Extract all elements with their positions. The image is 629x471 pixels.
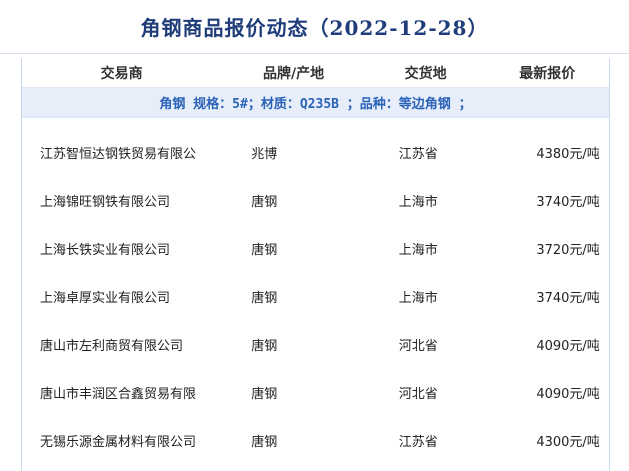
- trader-cell[interactable]: 唐山市丰润区合鑫贸易有限: [22, 383, 211, 402]
- price-cell: 4380元/吨: [536, 146, 600, 162]
- delivery-cell: 上海市: [398, 290, 438, 306]
- title-bar: 角钢商品报价动态（2022-12-28）: [0, 0, 629, 54]
- header-delivery: 交货地: [404, 65, 447, 82]
- table-row[interactable]: 无锡乐源金属材料有限公司 唐钢 江苏省 4300元/吨: [22, 416, 609, 464]
- delivery-cell: 河北省: [398, 338, 438, 354]
- trader-cell[interactable]: 上海长铁实业有限公司: [22, 239, 211, 258]
- table-body: 江苏智恒达钢铁贸易有限公 兆博 江苏省 4380元/吨 上海锦旺钢铁有限公司 唐…: [22, 118, 609, 464]
- brand-cell: 唐钢: [251, 242, 278, 258]
- header-price: 最新报价: [519, 65, 576, 82]
- table-row[interactable]: 唐山市左利商贸有限公司 唐钢 河北省 4090元/吨: [22, 320, 609, 368]
- table-header: 交易商 品牌/产地 交货地 最新报价: [22, 58, 609, 88]
- table-row[interactable]: 上海长铁实业有限公司 唐钢 上海市 3720元/吨: [22, 224, 609, 272]
- price-cell: 4090元/吨: [536, 386, 600, 402]
- delivery-cell: 上海市: [398, 242, 438, 258]
- brand-cell: 唐钢: [251, 194, 278, 210]
- price-cell: 4300元/吨: [536, 434, 600, 450]
- brand-cell: 兆博: [251, 146, 278, 162]
- brand-cell: 唐钢: [251, 290, 278, 306]
- quote-table: 交易商 品牌/产地 交货地 最新报价 角钢 规格：5#；材质：Q235B ；品种…: [21, 58, 610, 471]
- brand-cell: 唐钢: [251, 386, 278, 402]
- header-trader: 交易商: [100, 65, 143, 82]
- brand-cell: 唐钢: [251, 338, 278, 354]
- brand-cell: 唐钢: [251, 434, 278, 450]
- delivery-cell: 河北省: [398, 386, 438, 402]
- header-brand: 品牌/产地: [263, 65, 325, 82]
- table-row[interactable]: 江苏智恒达钢铁贸易有限公 兆博 江苏省 4380元/吨: [22, 128, 609, 176]
- price-cell: 3720元/吨: [536, 242, 600, 258]
- price-cell: 3740元/吨: [536, 194, 600, 210]
- trader-cell[interactable]: 无锡乐源金属材料有限公司: [22, 431, 211, 450]
- delivery-cell: 江苏省: [398, 434, 438, 450]
- trader-cell[interactable]: 上海锦旺钢铁有限公司: [22, 191, 211, 210]
- trader-cell[interactable]: 唐山市左利商贸有限公司: [22, 335, 211, 354]
- delivery-cell: 上海市: [398, 194, 438, 210]
- price-cell: 3740元/吨: [536, 290, 600, 306]
- page-title: 角钢商品报价动态（2022-12-28）: [140, 16, 489, 40]
- trader-cell[interactable]: 江苏智恒达钢铁贸易有限公: [22, 143, 211, 162]
- price-cell: 4090元/吨: [536, 338, 600, 354]
- trader-cell[interactable]: 上海卓厚实业有限公司: [22, 287, 211, 306]
- delivery-cell: 江苏省: [398, 146, 438, 162]
- table-row[interactable]: 上海卓厚实业有限公司 唐钢 上海市 3740元/吨: [22, 272, 609, 320]
- table-row[interactable]: 唐山市丰润区合鑫贸易有限 唐钢 河北省 4090元/吨: [22, 368, 609, 416]
- spec-row: 角钢 规格：5#；材质：Q235B ；品种：等边角钢 ；: [22, 88, 609, 118]
- table-row[interactable]: 上海锦旺钢铁有限公司 唐钢 上海市 3740元/吨: [22, 176, 609, 224]
